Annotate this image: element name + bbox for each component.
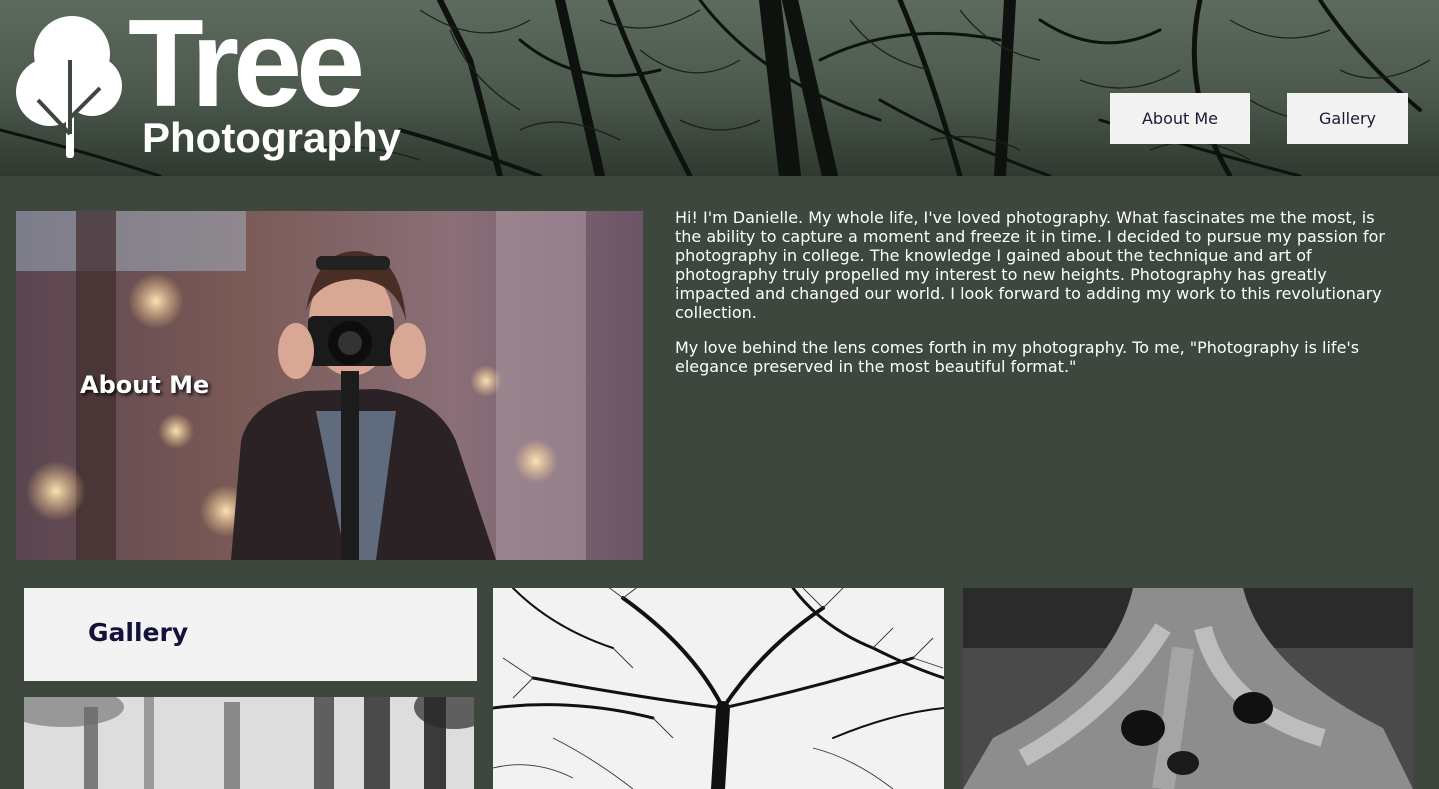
site-header: Tree Photography About Me Gallery [0,0,1439,176]
logo-wordmark-photography: Photography [142,114,401,161]
gallery-title-card: Gallery [24,588,477,681]
nav-about-me-button[interactable]: About Me [1110,93,1250,144]
about-paragraph-1: Hi! I'm Danielle. My whole life, I've lo… [675,208,1385,322]
gallery-image-foggy-forest[interactable] [24,697,474,789]
about-me-photo: About Me [16,211,643,560]
about-paragraph-2: My love behind the lens comes forth in m… [675,338,1360,376]
about-me-text: Hi! I'm Danielle. My whole life, I've lo… [675,208,1395,392]
about-me-heading: About Me [80,371,210,399]
tree-logo-icon [16,16,122,158]
logo-wordmark-tree: Tree [128,0,365,133]
gallery-image-tree-canopy[interactable] [493,588,944,789]
gallery-heading: Gallery [88,618,189,647]
site-logo[interactable]: Tree Photography [14,2,401,164]
gallery-image-tree-roots[interactable] [963,588,1413,789]
nav-gallery-button[interactable]: Gallery [1287,93,1408,144]
